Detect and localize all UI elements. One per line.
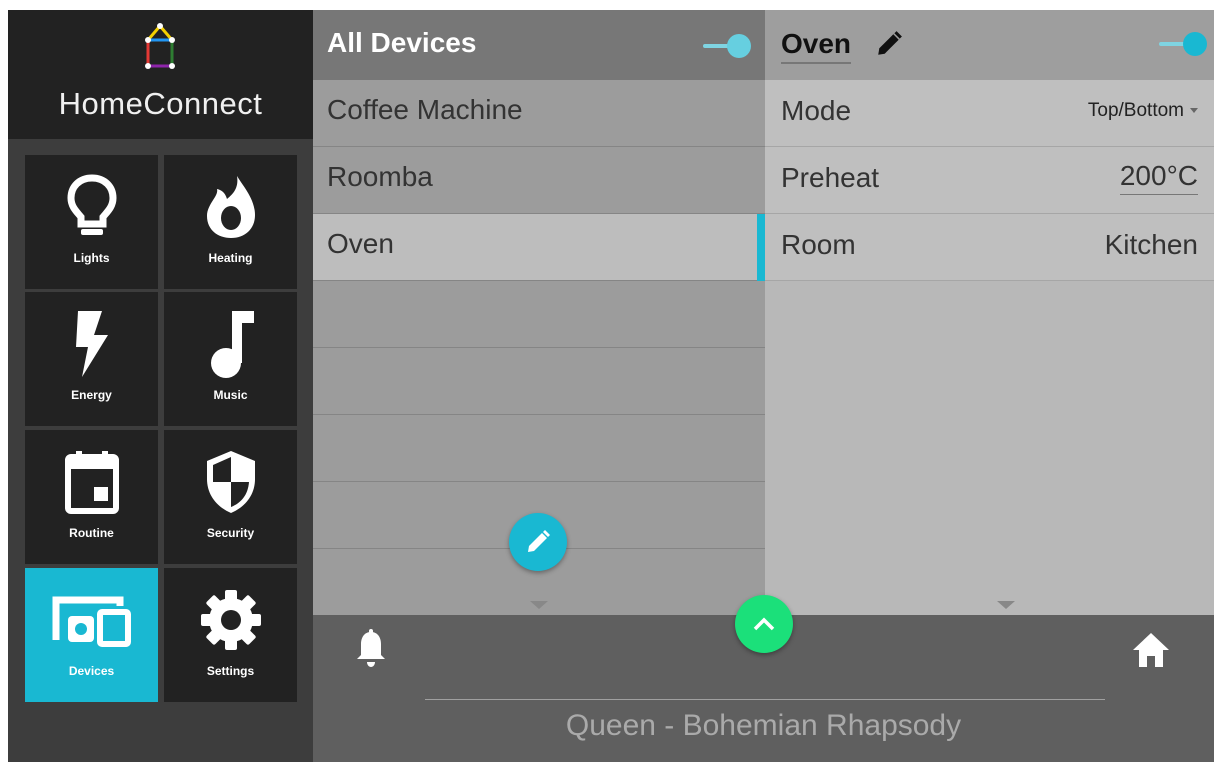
device-detail-panel: Oven Mode Top/Bottom Preheat 200°C Room … bbox=[765, 10, 1214, 615]
sidebar-item-heating[interactable]: Heating bbox=[164, 155, 297, 289]
preheat-temperature-input[interactable]: 200°C bbox=[1119, 160, 1198, 195]
app-title: HomeConnect bbox=[58, 86, 263, 121]
sidebar-item-label: Settings bbox=[206, 664, 255, 678]
edit-name-pencil-icon[interactable] bbox=[875, 30, 903, 58]
sidebar-item-label: Security bbox=[206, 526, 255, 540]
chevron-up-icon bbox=[753, 617, 775, 631]
device-row-label: Coffee Machine bbox=[327, 94, 523, 125]
device-list-header: All Devices bbox=[313, 10, 765, 80]
homeconnect-logo-icon bbox=[145, 23, 175, 69]
sidebar-item-label: Music bbox=[213, 388, 248, 402]
room-value: Kitchen bbox=[1104, 229, 1198, 260]
device-row-empty bbox=[313, 415, 765, 482]
now-playing-text[interactable]: Queen - Bohemian Rhapsody bbox=[313, 709, 1214, 743]
app-window: HomeConnect Lights Heating Energy Music … bbox=[8, 10, 1214, 762]
dropdown-arrow-icon bbox=[1190, 108, 1198, 114]
device-row-oven[interactable]: Oven bbox=[313, 214, 765, 281]
detail-row-label: Preheat bbox=[781, 162, 880, 193]
selection-indicator bbox=[757, 214, 765, 281]
sidebar-item-devices[interactable]: Devices bbox=[25, 568, 158, 702]
now-playing-divider bbox=[425, 699, 1105, 700]
device-power-toggle[interactable] bbox=[1159, 32, 1207, 56]
device-detail-header: Oven bbox=[765, 10, 1214, 80]
bell-icon[interactable] bbox=[355, 629, 387, 669]
gear-icon bbox=[200, 590, 261, 650]
device-row-label: Roomba bbox=[327, 161, 433, 192]
device-row-label: Oven bbox=[327, 228, 394, 259]
detail-row-label: Room bbox=[781, 229, 856, 260]
sidebar-item-lights[interactable]: Lights bbox=[25, 155, 158, 289]
device-name-field[interactable]: Oven bbox=[781, 28, 852, 64]
devices-icon bbox=[52, 596, 131, 647]
brand-header: HomeConnect bbox=[8, 10, 313, 139]
detail-row-room: Room Kitchen bbox=[765, 214, 1214, 281]
shield-icon bbox=[206, 451, 255, 513]
pencil-icon bbox=[528, 530, 550, 552]
device-row-coffee-machine[interactable]: Coffee Machine bbox=[313, 80, 765, 147]
all-devices-toggle[interactable] bbox=[703, 34, 751, 58]
device-row-empty bbox=[313, 348, 765, 415]
mode-select[interactable]: Top/Bottom bbox=[1088, 100, 1198, 122]
expand-up-button[interactable] bbox=[735, 595, 793, 653]
sidebar: HomeConnect Lights Heating Energy Music … bbox=[8, 10, 313, 762]
flame-icon bbox=[206, 176, 255, 238]
device-list-panel: All Devices Coffee Machine Roomba Oven bbox=[313, 10, 765, 615]
lightning-icon bbox=[75, 311, 108, 377]
scroll-down-caret-icon bbox=[530, 601, 548, 609]
calendar-icon bbox=[64, 451, 119, 514]
lightbulb-icon bbox=[66, 174, 117, 235]
sidebar-item-energy[interactable]: Energy bbox=[25, 292, 158, 426]
detail-row-label: Mode bbox=[781, 95, 852, 126]
detail-row-mode: Mode Top/Bottom bbox=[765, 80, 1214, 147]
sidebar-item-label: Devices bbox=[68, 664, 115, 678]
sidebar-item-music[interactable]: Music bbox=[164, 292, 297, 426]
sidebar-item-label: Heating bbox=[208, 251, 253, 265]
mode-select-value: Top/Bottom bbox=[1087, 100, 1184, 121]
sidebar-item-settings[interactable]: Settings bbox=[164, 568, 297, 702]
device-row-roomba[interactable]: Roomba bbox=[313, 147, 765, 214]
sidebar-item-label: Lights bbox=[73, 251, 110, 265]
device-list-title: All Devices bbox=[327, 27, 477, 58]
device-row-empty bbox=[313, 281, 765, 348]
music-note-icon bbox=[210, 311, 254, 378]
scroll-down-caret-icon bbox=[997, 601, 1015, 609]
edit-devices-button[interactable] bbox=[509, 513, 567, 571]
sidebar-item-routine[interactable]: Routine bbox=[25, 430, 158, 564]
sidebar-item-label: Routine bbox=[69, 526, 114, 540]
sidebar-item-security[interactable]: Security bbox=[164, 430, 297, 564]
home-icon[interactable] bbox=[1131, 631, 1171, 669]
sidebar-item-label: Energy bbox=[71, 388, 112, 402]
detail-row-preheat: Preheat 200°C bbox=[765, 147, 1214, 214]
